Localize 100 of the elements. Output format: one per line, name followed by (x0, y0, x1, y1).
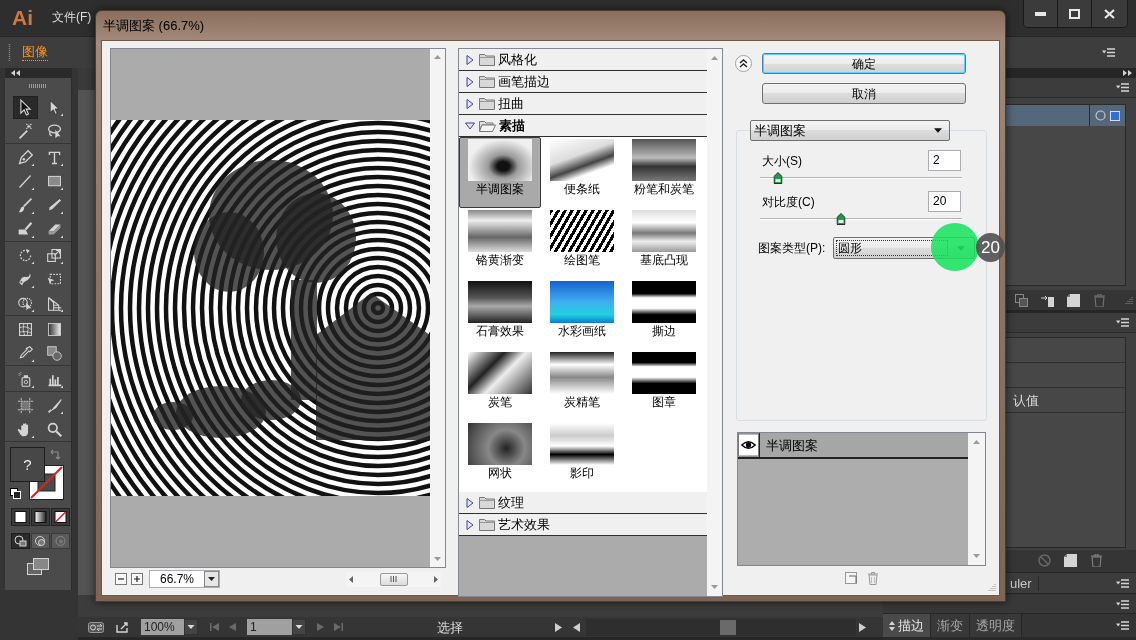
mesh-icon[interactable] (17, 320, 34, 338)
vertical-scrollbar[interactable] (707, 49, 722, 596)
panel-menu-icon[interactable] (1116, 318, 1129, 327)
dialog-button[interactable]: 确定 (762, 53, 966, 74)
move-layer-icon[interactable] (1041, 293, 1054, 307)
panel-menu-icon[interactable] (1116, 621, 1129, 630)
filter-category[interactable]: 素描 (459, 115, 707, 137)
panel-menu-icon[interactable] (1116, 578, 1129, 588)
scale-icon[interactable] (46, 246, 63, 264)
slider-thumb[interactable] (836, 213, 846, 225)
new-effect-layer-icon[interactable] (844, 572, 857, 584)
filter-item[interactable]: 粉笔和炭笔 (623, 137, 705, 208)
panel-tab[interactable]: uler (1010, 575, 1039, 591)
maximize-button[interactable] (1058, 0, 1092, 27)
filter-category[interactable]: 纹理 (459, 492, 707, 514)
left-arrow-icon[interactable] (573, 622, 580, 632)
value-field[interactable]: 20 (928, 191, 961, 212)
swap-arrows-icon[interactable] (50, 448, 62, 460)
expand-triangle-icon[interactable] (465, 519, 474, 530)
export-icon[interactable] (116, 621, 129, 633)
filter-category[interactable]: 风格化 (459, 49, 707, 71)
panel-row-text[interactable]: 认值 (1013, 392, 1039, 408)
color-fill-mode-icon[interactable] (11, 508, 30, 526)
zoom-in-icon[interactable] (131, 573, 143, 585)
line-segment-icon[interactable] (17, 172, 34, 190)
filter-select[interactable]: 半调图案 (750, 120, 950, 141)
right-arrow-icon[interactable] (555, 622, 562, 632)
expand-triangle-icon[interactable] (464, 121, 475, 130)
panel-row[interactable] (1005, 105, 1125, 126)
horizontal-scrollbar[interactable] (346, 571, 441, 587)
filter-category[interactable]: 画笔描边 (459, 71, 707, 93)
panel-menu-icon[interactable] (1102, 48, 1115, 57)
zoom-out-icon[interactable] (115, 573, 127, 585)
scroll-left-icon[interactable] (349, 575, 353, 583)
resize-grip-icon[interactable] (987, 583, 996, 592)
slider-thumb[interactable] (773, 172, 783, 184)
spray-can-icon[interactable] (17, 370, 34, 388)
filter-item[interactable]: 炭笔 (459, 350, 541, 421)
lasso-icon[interactable] (46, 122, 63, 140)
collapse-toggle-icon[interactable] (889, 620, 895, 631)
scroll-down-icon[interactable] (973, 554, 980, 558)
pencil-icon[interactable] (46, 196, 63, 214)
effect-layer[interactable]: 半调图案 (738, 433, 968, 459)
new-item-icon[interactable] (1064, 553, 1077, 567)
scroll-up-icon[interactable] (711, 56, 718, 60)
status-text[interactable]: 选择 (436, 619, 463, 635)
filter-item[interactable]: 铬黄渐变 (459, 208, 541, 279)
filter-item[interactable]: 撕边 (623, 279, 705, 350)
vertical-scrollbar[interactable] (968, 433, 985, 565)
new-item-icon[interactable] (1067, 293, 1080, 307)
artboard-icon[interactable] (17, 396, 34, 414)
gear-icon[interactable] (88, 621, 104, 633)
caret-icon[interactable] (184, 619, 198, 635)
scroll-right-icon[interactable] (434, 575, 438, 583)
expand-arrows-icon[interactable] (1123, 70, 1132, 76)
filter-category[interactable]: 扭曲 (459, 93, 707, 115)
caret-icon[interactable] (204, 571, 219, 587)
filter-item[interactable]: 网状 (459, 421, 541, 492)
minimize-button[interactable] (1024, 0, 1058, 27)
control-bar-label[interactable]: 图像 (22, 44, 48, 61)
filter-item[interactable]: 绘图笔 (541, 208, 623, 279)
panel-tab[interactable]: 渐变 (931, 614, 970, 637)
square-icon[interactable] (1110, 110, 1120, 121)
circle-icon[interactable] (1095, 110, 1106, 121)
draw-normal-icon[interactable] (11, 533, 30, 549)
scrollbar-thumb[interactable] (720, 619, 736, 635)
arrow-pointer-icon[interactable] (13, 95, 38, 119)
arrange-icon[interactable] (1015, 293, 1028, 307)
fill-swatch[interactable]: ? (10, 447, 45, 482)
trash-icon[interactable] (1090, 553, 1103, 567)
filter-item[interactable]: 图章 (623, 350, 705, 421)
draw-behind-icon[interactable] (31, 533, 50, 549)
scroll-down-icon[interactable] (711, 585, 718, 589)
pen-nib-icon[interactable] (17, 148, 34, 166)
blob-brush-icon[interactable] (17, 220, 34, 238)
scroll-up-icon[interactable] (434, 55, 441, 59)
rotate-icon[interactable] (17, 246, 34, 264)
filter-item[interactable]: 水彩画纸 (541, 279, 623, 350)
zoom-icon[interactable] (46, 420, 63, 438)
none-mode-icon[interactable] (51, 508, 70, 526)
collapse-chevrons-icon[interactable] (735, 55, 752, 72)
screen-mode-icon[interactable] (27, 558, 49, 575)
vertical-scrollbar[interactable] (430, 49, 445, 567)
panel-tab[interactable]: 描边 (883, 614, 931, 637)
zoom-select[interactable]: 66.7% (149, 570, 220, 588)
filter-item[interactable]: 炭精笔 (541, 350, 623, 421)
trash-icon[interactable] (1093, 293, 1106, 307)
right-arrow-icon[interactable] (859, 622, 866, 632)
gradient-mode-icon[interactable] (31, 508, 50, 526)
eyedropper-icon[interactable] (17, 344, 34, 362)
filter-item[interactable]: 基底凸现 (623, 208, 705, 279)
caret-icon[interactable] (292, 619, 306, 635)
eye-icon[interactable] (738, 433, 760, 457)
gradient-swatch-icon[interactable] (46, 320, 63, 338)
filter-item[interactable]: 石膏效果 (459, 279, 541, 350)
expand-triangle-icon[interactable] (465, 54, 474, 65)
panel-menu-icon[interactable] (1116, 599, 1129, 609)
scrollbar-thumb[interactable] (379, 572, 408, 586)
filter-category[interactable]: 艺术效果 (459, 514, 707, 536)
close-button[interactable] (1092, 0, 1127, 27)
